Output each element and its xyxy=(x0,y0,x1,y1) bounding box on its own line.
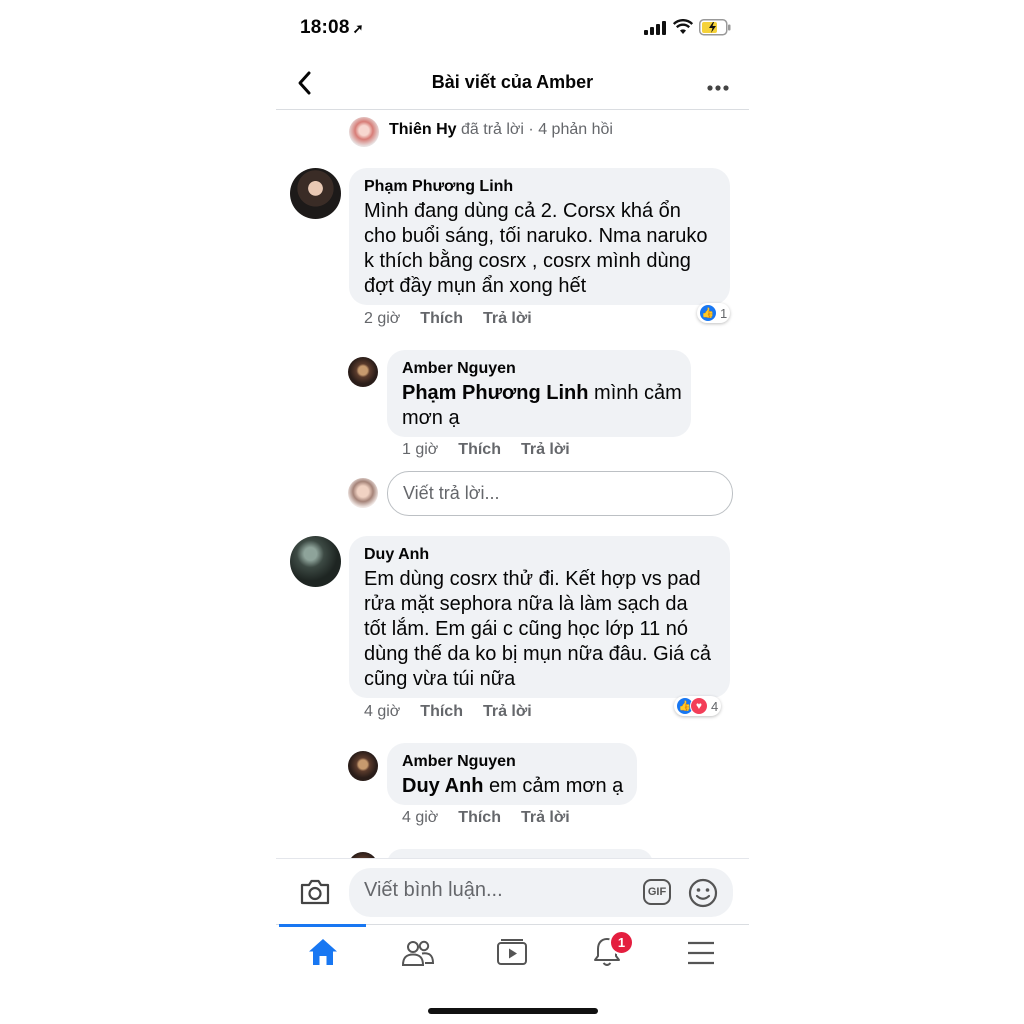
friends-icon xyxy=(401,940,435,966)
like-reaction-icon: 👍 xyxy=(699,304,717,322)
comment-input[interactable]: Viết bình luận... xyxy=(349,868,733,917)
reply-text: Phạm Phương Linh mình cảm mơn ạ xyxy=(402,382,682,429)
reply-input[interactable]: Viết trả lời... xyxy=(387,471,733,516)
like-link[interactable]: Thích xyxy=(458,809,501,826)
phone-screen: 18:08 ➚ Bài viết của Amber Thiên Hy đã tr… xyxy=(276,0,749,1024)
mention-link[interactable]: Phạm Phương Linh xyxy=(402,382,588,404)
home-icon xyxy=(309,939,337,965)
like-link[interactable]: Thích xyxy=(458,441,501,458)
comment-author[interactable]: Phạm Phương Linh xyxy=(364,178,513,196)
avatar[interactable] xyxy=(348,357,378,387)
reply-author[interactable]: Amber Nguyen xyxy=(402,360,516,378)
reaction-summary[interactable]: 👍 1 xyxy=(697,303,731,323)
watch-tab[interactable] xyxy=(496,938,528,973)
comment-author[interactable]: Duy Anh xyxy=(364,546,429,564)
notification-badge: 1 xyxy=(609,930,634,955)
mention-link[interactable]: Duy Anh xyxy=(402,775,483,797)
reply-bubble: Amber Nguyen Phạm Phương Linh mình cảm m… xyxy=(387,350,691,437)
battery-icon xyxy=(699,19,731,41)
reply-summary-name: Thiên Hy xyxy=(389,121,457,138)
menu-tab[interactable] xyxy=(686,940,716,971)
reply-summary-text: đã trả lời · 4 phản hồi xyxy=(461,121,613,138)
avatar[interactable] xyxy=(290,536,341,587)
comment-bubble: Duy Anh Em dùng cosrx thử đi. Kết hợp vs… xyxy=(349,536,730,698)
comment-meta: 2 giờ Thích Trả lời xyxy=(364,310,532,327)
header-divider xyxy=(276,109,749,110)
friends-tab[interactable] xyxy=(401,938,435,973)
comment-text: Em dùng cosrx thử đi. Kết hợp vs pad rửa … xyxy=(364,568,711,690)
location-icon: ➚ xyxy=(352,21,364,36)
reply-meta: 1 giờ Thích Trả lời xyxy=(402,441,570,458)
comment-meta: 4 giờ Thích Trả lời xyxy=(364,703,532,720)
reply-meta: 4 giờ Thích Trả lời xyxy=(402,809,570,826)
avatar[interactable] xyxy=(348,751,378,781)
like-link[interactable]: Thích xyxy=(420,310,463,327)
comment-text: Mình đang dùng cả 2. Corsx khá ổn cho buổ… xyxy=(364,200,708,297)
reply-link[interactable]: Trả lời xyxy=(521,809,570,826)
comment-bubble: Phạm Phương Linh Mình đang dùng cả 2. Co… xyxy=(349,168,730,305)
reply-bubble: Amber Nguyen Duy Anh em cảm mơn ạ xyxy=(387,743,637,805)
cellular-signal-icon xyxy=(644,21,666,40)
avatar xyxy=(348,478,378,508)
reply-link[interactable]: Trả lời xyxy=(521,441,570,458)
reply-text: Duy Anh em cảm mơn ạ xyxy=(402,775,624,797)
reply-summary[interactable]: Thiên Hy đã trả lời · 4 phản hồi xyxy=(389,121,613,139)
avatar[interactable] xyxy=(349,117,379,147)
like-link[interactable]: Thích xyxy=(420,703,463,720)
gif-button[interactable]: GIF xyxy=(643,879,671,905)
page-title: Bài viết của Amber xyxy=(431,72,594,92)
active-tab-indicator xyxy=(279,924,366,927)
menu-icon xyxy=(688,941,714,965)
home-indicator xyxy=(428,1008,598,1014)
more-options-icon[interactable] xyxy=(706,79,730,97)
home-tab[interactable] xyxy=(307,936,339,973)
status-time: 18:08 ➚ xyxy=(300,17,364,38)
emoji-icon[interactable] xyxy=(688,878,718,913)
reply-link[interactable]: Trả lời xyxy=(483,703,532,720)
camera-icon[interactable] xyxy=(299,877,331,912)
reaction-summary[interactable]: 👍 ♥ 4 xyxy=(674,696,722,716)
reply-author[interactable]: Amber Nguyen xyxy=(402,753,516,771)
avatar[interactable] xyxy=(290,168,341,219)
love-reaction-icon: ♥ xyxy=(690,697,708,715)
wifi-icon xyxy=(672,19,694,40)
video-icon xyxy=(497,939,527,965)
reply-link[interactable]: Trả lời xyxy=(483,310,532,327)
